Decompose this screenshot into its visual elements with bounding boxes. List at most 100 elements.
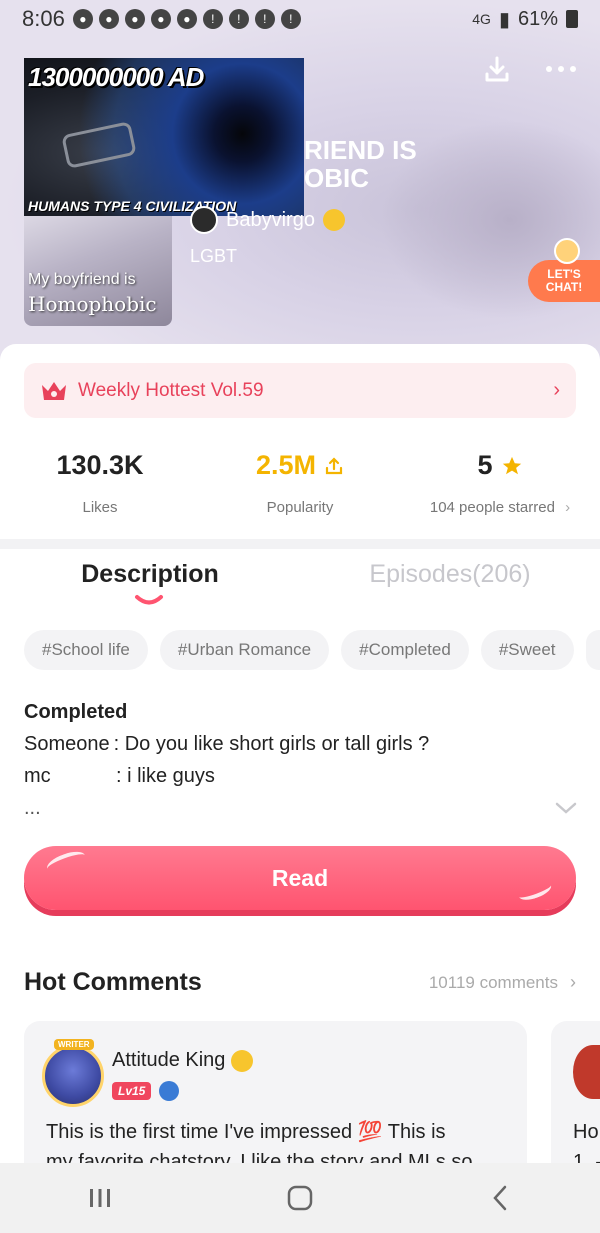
system-icons: 4G ▮ 61% — [472, 7, 578, 32]
speaker: mc — [24, 765, 51, 787]
home-icon[interactable] — [280, 1178, 320, 1218]
section-divider — [0, 539, 600, 549]
description-text: Completed Someone : Do you like short gi… — [24, 696, 576, 824]
read-button-label: Read — [271, 864, 329, 891]
writer-badge: WRITER — [54, 1039, 94, 1050]
level-badge: Lv15 — [112, 1082, 152, 1100]
commenter-avatar[interactable] — [573, 1045, 600, 1099]
weekly-hottest-banner[interactable]: Weekly Hottest Vol.59 › — [24, 363, 576, 418]
chevron-right-icon[interactable]: › — [570, 972, 576, 993]
tag-chip[interactable]: #Completed — [341, 630, 469, 670]
cover-line-2: Homophobic — [28, 291, 157, 316]
button-shine — [44, 847, 88, 877]
button-shine — [516, 878, 554, 904]
ghost-mascot-icon — [554, 238, 580, 264]
signal-icon: ▮ — [498, 8, 510, 31]
recent-apps-icon[interactable] — [80, 1178, 120, 1218]
cover-text: My boyfriend is Homophobic — [28, 270, 157, 317]
notification-icon: ● — [72, 9, 93, 29]
comment-line: This is the first time I've impressed 💯 … — [46, 1121, 446, 1143]
commenter-badges: Lv15 — [112, 1081, 180, 1101]
notification-icon: ! — [202, 9, 223, 29]
lets-chat-button[interactable]: LET'S CHAT! — [528, 238, 600, 302]
back-icon[interactable] — [480, 1178, 520, 1218]
likes-stat: 130.3K Likes — [0, 450, 200, 516]
download-icon[interactable] — [480, 52, 514, 86]
comic-title-line-1: RIEND IS — [304, 135, 417, 165]
top-actions — [480, 52, 578, 86]
thumbnail-title: 1300000000 AD — [28, 62, 204, 92]
comment-line: Ho — [573, 1121, 599, 1143]
likes-value: 130.3K — [56, 450, 144, 480]
battery-percent: 61% — [517, 7, 558, 30]
tag-chip[interactable]: #Urban Romance — [159, 630, 330, 670]
author-row[interactable]: Babyvirgo — [190, 206, 345, 234]
star-icon — [502, 456, 521, 474]
chevron-right-icon: › — [565, 499, 571, 516]
stars-value-row: 5 — [400, 450, 600, 481]
chevron-right-icon: › — [553, 379, 560, 401]
tab-episodes[interactable]: Episodes(206) — [300, 560, 600, 610]
tag-chip[interactable]: #School life — [24, 630, 148, 670]
popularity-value-row: 2.5M — [200, 450, 400, 481]
stars-label-row: 104 people starred › — [400, 499, 600, 516]
share-up-icon — [325, 456, 343, 474]
notification-icon: ! — [254, 9, 275, 29]
cover-line-1: My boyfriend is — [28, 271, 136, 288]
battery-icon — [566, 10, 578, 28]
sunglasses-emoji-icon — [231, 1049, 254, 1072]
speaker: Someone — [24, 733, 110, 755]
chevron-down-icon[interactable] — [554, 796, 578, 820]
popularity-label: Popularity — [266, 499, 334, 516]
status-bar: 8:06 ● ● ● ● ● ! ! ! ! 4G ▮ 61% — [0, 0, 600, 38]
author-name: Babyvirgo — [226, 208, 315, 231]
notification-icons: ● ● ● ● ● ! ! ! ! — [72, 9, 301, 29]
tab-indicator — [135, 595, 163, 605]
notification-icon: ! — [228, 9, 249, 29]
comic-title-line-2: OBIC — [304, 163, 369, 193]
cat-emoji-icon — [322, 209, 345, 231]
read-button[interactable]: Read — [24, 846, 576, 910]
weekly-hottest-label: Weekly Hottest Vol.59 — [78, 379, 264, 401]
comic-title: RIEND IS OBIC — [304, 136, 417, 192]
tag-list: #School life #Urban Romance #Completed #… — [24, 630, 600, 670]
notification-icon: ● — [150, 9, 171, 29]
status-time: 8:06 — [22, 6, 65, 31]
genre-label: LGBT — [190, 246, 238, 266]
notification-icon: ● — [176, 9, 197, 29]
likes-label: Likes — [82, 499, 118, 516]
description-line: mc : i like guys — [24, 760, 576, 792]
line-text: : i like guys — [116, 765, 215, 787]
comments-count-link[interactable]: 10119 comments — [429, 973, 558, 993]
stats-row: 130.3K Likes 2.5M Popularity 5 104 peopl… — [0, 450, 600, 516]
line-text: : Do you like short girls or tall girls … — [113, 733, 430, 755]
comment-card[interactable]: WRITER Attitude King Lv15 This is the fi… — [24, 1021, 527, 1181]
stars-label: 104 people starred — [429, 499, 555, 516]
info-card: Weekly Hottest Vol.59 › 130.3K Likes 2.5… — [0, 344, 600, 544]
notification-icon: ● — [98, 9, 119, 29]
more-dots-icon[interactable] — [544, 52, 578, 86]
description-ellipsis: ... — [24, 797, 41, 819]
tab-bar: Description Episodes(206) — [0, 560, 600, 610]
stars-stat[interactable]: 5 104 people starred › — [400, 450, 600, 516]
notification-icon: ! — [280, 9, 301, 29]
commenter-avatar[interactable] — [42, 1045, 104, 1107]
comic-cover: My boyfriend is Homophobic — [24, 216, 172, 326]
network-label: 4G — [472, 11, 491, 27]
tag-chip[interactable] — [585, 630, 600, 670]
commenter-name-row: Attitude King — [112, 1049, 254, 1072]
floating-video-thumbnail[interactable]: 1300000000 AD HUMANS TYPE 4 CIVILIZATION — [24, 58, 304, 216]
system-navigation-bar — [0, 1163, 600, 1233]
completion-status: Completed — [24, 701, 128, 723]
notification-icon: ● — [124, 9, 145, 29]
popularity-value: 2.5M — [255, 450, 317, 480]
hot-comments-header: Hot Comments 10119 comments › — [24, 968, 576, 997]
lets-chat-label: LET'S CHAT! — [545, 267, 583, 294]
commenter-name: Attitude King — [112, 1049, 226, 1071]
diamond-badge-icon — [159, 1081, 180, 1101]
popularity-stat[interactable]: 2.5M Popularity — [200, 450, 400, 516]
comment-card[interactable]: Ho 1. - — [551, 1021, 600, 1181]
tag-chip[interactable]: #Sweet — [480, 630, 574, 670]
hot-comments-title: Hot Comments — [24, 968, 202, 996]
stars-value: 5 — [477, 450, 493, 480]
